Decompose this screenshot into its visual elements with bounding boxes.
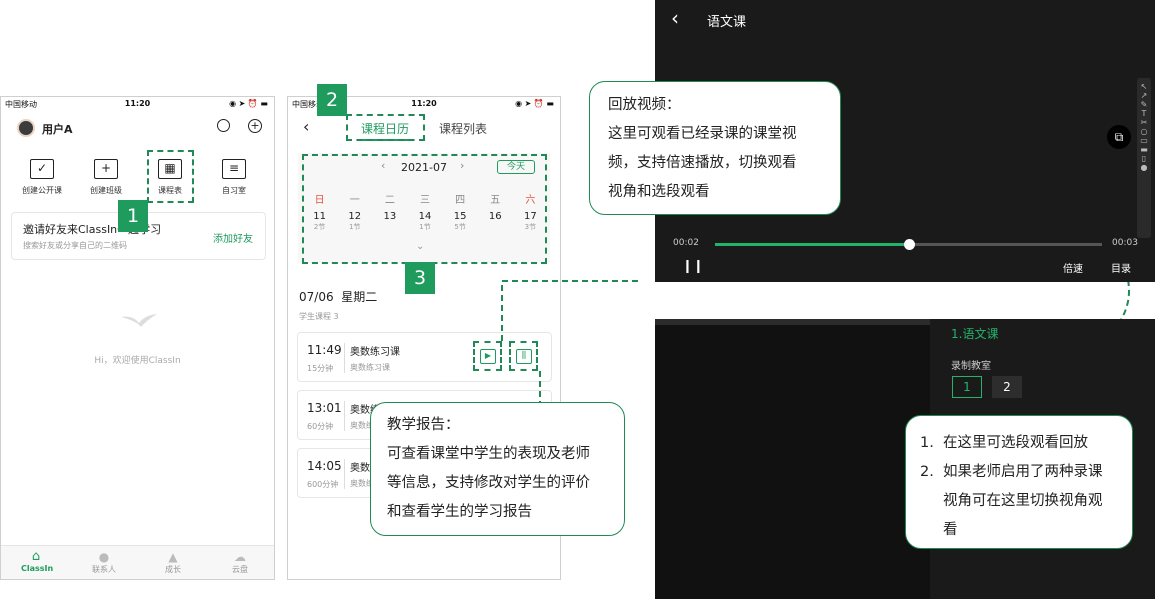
person-icon: ● — [1140, 163, 1148, 172]
progress-track[interactable] — [715, 239, 1102, 250]
back-icon[interactable]: ‹ — [671, 6, 679, 30]
text-icon: T — [1141, 109, 1147, 118]
select-icon: ↗ — [1140, 91, 1148, 100]
callout-segments: 1. 在这里可选段观看回放 2. 如果老师启用了两种录课 视角可在这里切换视角观… — [905, 415, 1133, 549]
speed-button[interactable]: 倍速 — [1063, 260, 1083, 275]
callout-report: 教学报告： 可查看课堂中学生的表现及老师 等信息，支持修改对学生的评价 和查看学… — [370, 402, 625, 536]
callout-line: 视角可在这里切换视角观 — [943, 493, 1103, 509]
folder-icon: ▬ — [1140, 145, 1148, 154]
callout-line: 和查看学生的学习报告 — [387, 504, 532, 520]
catalog-button[interactable]: 目录 — [1111, 260, 1131, 275]
callout-title: 回放视频： — [608, 97, 681, 113]
callout-line: 1. 在这里可选段观看回放 — [920, 435, 1089, 451]
callout-line: 这里可观看已经录课的课堂视 — [608, 126, 797, 142]
callout-line: 看 — [943, 522, 958, 538]
callout-line: 2. 如果老师启用了两种录课 — [920, 464, 1103, 480]
eraser-icon: ▭ — [1140, 136, 1148, 145]
progress-fill — [715, 243, 909, 246]
scissors-icon: ✂ — [1140, 118, 1148, 127]
video-title: 语文课 — [707, 15, 747, 30]
pen-icon: ✎ — [1140, 100, 1148, 109]
file-icon: ▯ — [1141, 154, 1147, 163]
progress-handle[interactable] — [903, 239, 915, 250]
callout-line: 频，支持倍速播放，切换观看 — [608, 155, 797, 171]
callout-title: 教学报告： — [387, 417, 460, 433]
screenshot-icon[interactable]: ⧉ — [1107, 125, 1131, 149]
callout-line: 等信息，支持修改对学生的评价 — [387, 475, 590, 491]
room-button-1[interactable]: 1 — [952, 376, 982, 398]
current-time: 00:02 — [673, 238, 699, 248]
room-label: 录制教室 — [951, 361, 991, 372]
shape-icon: ○ — [1140, 127, 1148, 136]
callout-line: 视角和选段观看 — [608, 184, 710, 200]
catalog-title: 1.语文课 — [951, 327, 999, 341]
whiteboard-toolbar: ↖ ↗ ✎ T ✂ ○ ▭ ▬ ▯ ● — [1137, 78, 1151, 238]
callout-playback: 回放视频： 这里可观看已经录课的课堂视 频，支持倍速播放，切换观看 视角和选段观… — [589, 81, 841, 215]
screen-top-bar — [655, 319, 930, 325]
pointer-icon: ↖ — [1140, 82, 1148, 91]
total-time: 00:03 — [1112, 238, 1138, 248]
room-button-2[interactable]: 2 — [992, 376, 1022, 398]
callout-line: 可查看课堂中学生的表现及老师 — [387, 446, 590, 462]
pause-icon[interactable]: ❙❙ — [682, 259, 704, 274]
